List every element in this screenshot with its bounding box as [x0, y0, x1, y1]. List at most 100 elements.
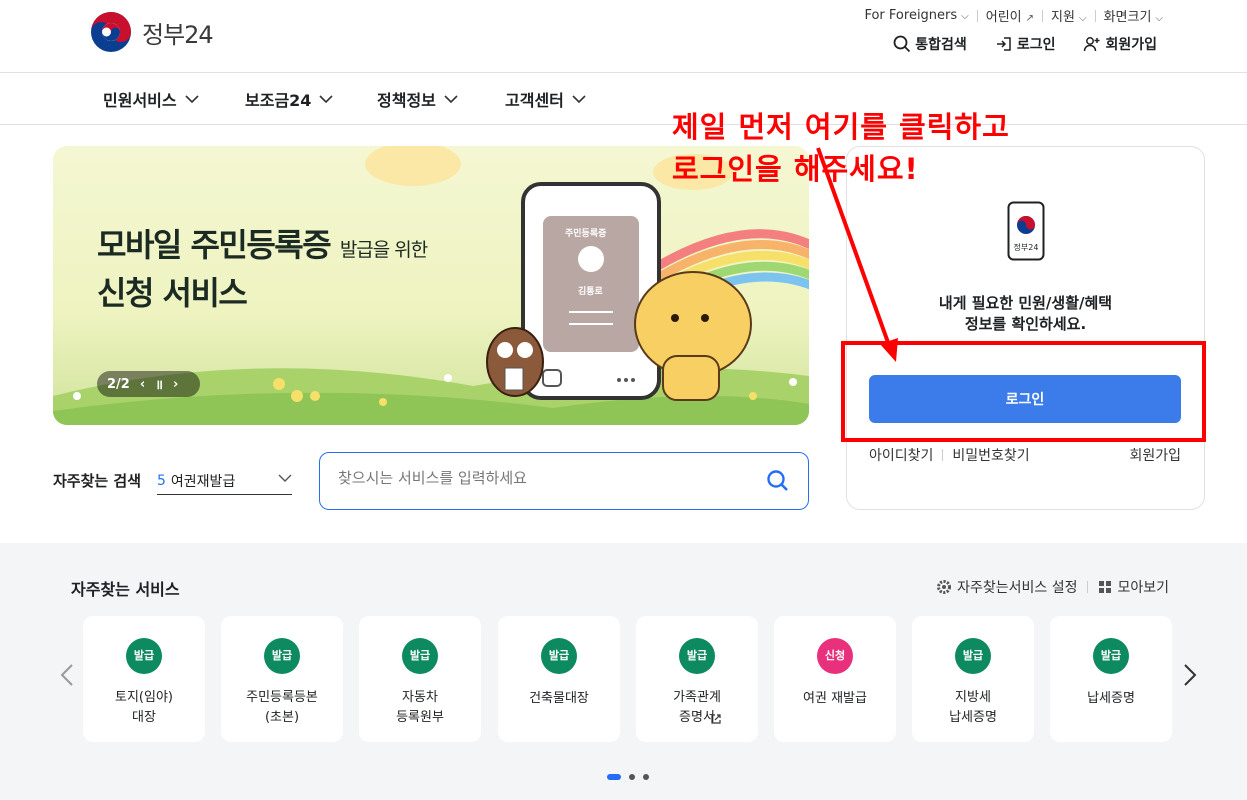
util-foreigners[interactable]: For Foreigners ⌵	[864, 8, 968, 23]
find-password-link[interactable]: 비밀번호찾기	[952, 445, 1029, 465]
frequent-settings-button[interactable]: 자주찾는서비스 설정	[936, 577, 1077, 597]
service-card-label: 자동차 등록원부	[396, 690, 444, 725]
service-card[interactable]: 발급 주민등록등본 (초본)	[221, 616, 343, 742]
external-link-icon: ↗	[1025, 13, 1035, 24]
header-actions: 통합검색 로그인 회원가입	[865, 34, 1157, 54]
header-signup-button[interactable]: 회원가입	[1083, 34, 1157, 54]
issue-badge: 발급	[1093, 638, 1129, 674]
util-font-size-label: 화면크기	[1103, 10, 1152, 25]
service-card-label: 지방세 납세증명	[949, 690, 997, 725]
search-icon	[893, 35, 911, 53]
service-card[interactable]: 발급 자동차 등록원부	[359, 616, 481, 742]
banner-title: 모바일 주민등록증 발급을 위한	[97, 220, 428, 266]
find-id-link[interactable]: 아이디찾기	[869, 445, 933, 465]
next-slide-icon[interactable]: ›	[173, 377, 178, 392]
util-font-size[interactable]: 화면크기 ⌵	[1104, 6, 1163, 25]
gnb-subsidy24[interactable]: 보조금24	[245, 87, 334, 111]
service-card-label: 여권 재발급	[803, 691, 867, 706]
login-message-line2: 정보를 확인하세요.	[964, 315, 1087, 333]
pause-icon[interactable]: ॥	[155, 375, 163, 393]
logo-text: 정부24	[142, 20, 214, 49]
integrated-search-button[interactable]: 통합검색	[893, 34, 967, 54]
frequent-search-value: 여권재발급	[170, 473, 236, 490]
service-card-label: 토지(임야) 대장	[115, 690, 173, 725]
util-foreigners-label: For Foreigners	[864, 8, 958, 23]
service-card[interactable]: 발급 지방세 납세증명	[912, 616, 1034, 742]
signup-link[interactable]: 회원가입	[1129, 445, 1181, 465]
main-navigation: 민원서비스 보조금24 정책정보 고객센터	[0, 73, 1247, 125]
chevron-down-icon: ⌵	[961, 11, 969, 22]
service-search	[319, 452, 809, 510]
carousel-dot[interactable]	[629, 774, 635, 780]
login-card: 정부24 내게 필요한 민원/생활/혜택 정보를 확인하세요. 로그인 아이디찾…	[846, 146, 1205, 510]
service-card[interactable]: 발급 토지(임야) 대장	[83, 616, 205, 742]
prev-slide-icon[interactable]: ‹	[140, 377, 145, 392]
annotation-line2: 로그인을 해주세요!	[672, 152, 919, 186]
banner-title-main: 모바일 주민등록증	[97, 226, 332, 264]
carousel-dot[interactable]	[643, 774, 649, 780]
issue-badge: 발급	[126, 638, 162, 674]
login-message-line1: 내게 필요한 민원/생활/혜택	[938, 294, 1113, 312]
gnb-civil-service[interactable]: 민원서비스	[103, 87, 199, 111]
util-kids-label: 어린이	[985, 10, 1022, 25]
service-card[interactable]: 발급 가족관계 증명서	[636, 616, 758, 742]
divider	[942, 449, 944, 461]
gear-icon	[937, 580, 952, 594]
header-login-button[interactable]: 로그인	[995, 34, 1055, 54]
gnb-policy-info[interactable]: 정책정보	[377, 87, 458, 111]
frequent-search-label: 자주찾는 검색	[53, 472, 142, 490]
login-links: 아이디찾기 비밀번호찾기 회원가입	[869, 445, 1181, 465]
gnb-label: 정책정보	[377, 91, 436, 110]
util-support[interactable]: 지원 ⌵	[1051, 6, 1087, 25]
service-search-input[interactable]	[338, 469, 738, 487]
gnb-label: 민원서비스	[103, 91, 177, 110]
chevron-left-icon[interactable]	[60, 663, 74, 687]
search-icon[interactable]	[766, 469, 790, 493]
user-add-icon	[1084, 37, 1100, 52]
chevron-right-icon[interactable]	[1183, 663, 1197, 687]
carousel-dot-active[interactable]	[607, 774, 621, 780]
divider	[976, 9, 978, 22]
logo[interactable]: 정부24	[90, 11, 214, 53]
service-card-label: 가족관계 증명서	[673, 690, 721, 725]
service-card[interactable]: 발급 건축물대장	[498, 616, 620, 742]
chevron-down-icon	[278, 474, 292, 482]
divider	[1094, 9, 1096, 22]
integrated-search-label: 통합검색	[915, 37, 967, 53]
utility-menu: For Foreigners ⌵ 어린이 ↗ 지원 ⌵ 화면크기 ⌵	[864, 6, 1163, 25]
frequent-services-section: 자주찾는 서비스 자주찾는서비스 설정 모아보기 발급 토지(임야) 대장 발급…	[0, 543, 1247, 800]
frequent-search-select[interactable]: 5 여권재발급	[157, 467, 292, 495]
service-card-label: 건축물대장	[529, 691, 589, 706]
site-header: 정부24 For Foreigners ⌵ 어린이 ↗ 지원 ⌵ 화면크기 ⌵ 통합검색…	[0, 0, 1247, 73]
grid-icon	[1099, 581, 1112, 593]
view-all-button[interactable]: 모아보기	[1098, 577, 1169, 597]
gnb-customer-center[interactable]: 고객센터	[505, 87, 586, 111]
annotation-highlight-box	[841, 341, 1206, 442]
annotation-text: 제일 먼저 여기를 클릭하고 로그인을 해주세요!	[672, 106, 1010, 190]
issue-badge: 발급	[264, 638, 300, 674]
issue-badge: 발급	[541, 638, 577, 674]
banner-title-small: 발급을 위한	[339, 239, 428, 261]
service-card-label: 주민등록등본 (초본)	[246, 690, 318, 725]
issue-badge: 발급	[955, 638, 991, 674]
chevron-down-icon	[185, 95, 199, 104]
taegeuk-logo-icon	[91, 12, 131, 52]
view-all-label: 모아보기	[1117, 580, 1169, 596]
divider	[1042, 9, 1044, 22]
util-kids[interactable]: 어린이 ↗	[986, 6, 1034, 25]
section-tools: 자주찾는서비스 설정 모아보기	[936, 577, 1169, 597]
banner-pager: 2/2 ‹ ॥ ›	[97, 371, 200, 397]
header-signup-label: 회원가입	[1105, 37, 1157, 53]
util-support-label: 지원	[1051, 10, 1075, 25]
chevron-down-icon: ⌵	[1078, 13, 1087, 24]
chevron-down-icon	[572, 95, 586, 104]
service-card[interactable]: 발급 납세증명	[1050, 616, 1172, 742]
chevron-down-icon	[444, 95, 458, 104]
divider	[1087, 581, 1089, 593]
frequent-search-number: 5	[157, 472, 166, 489]
apply-badge: 신청	[817, 638, 853, 674]
frequent-settings-label: 자주찾는서비스 설정	[957, 580, 1078, 596]
service-card[interactable]: 신청 여권 재발급	[774, 616, 896, 742]
phone-card-title: 주민등록증	[565, 229, 607, 239]
gnb-label: 고객센터	[505, 91, 564, 110]
